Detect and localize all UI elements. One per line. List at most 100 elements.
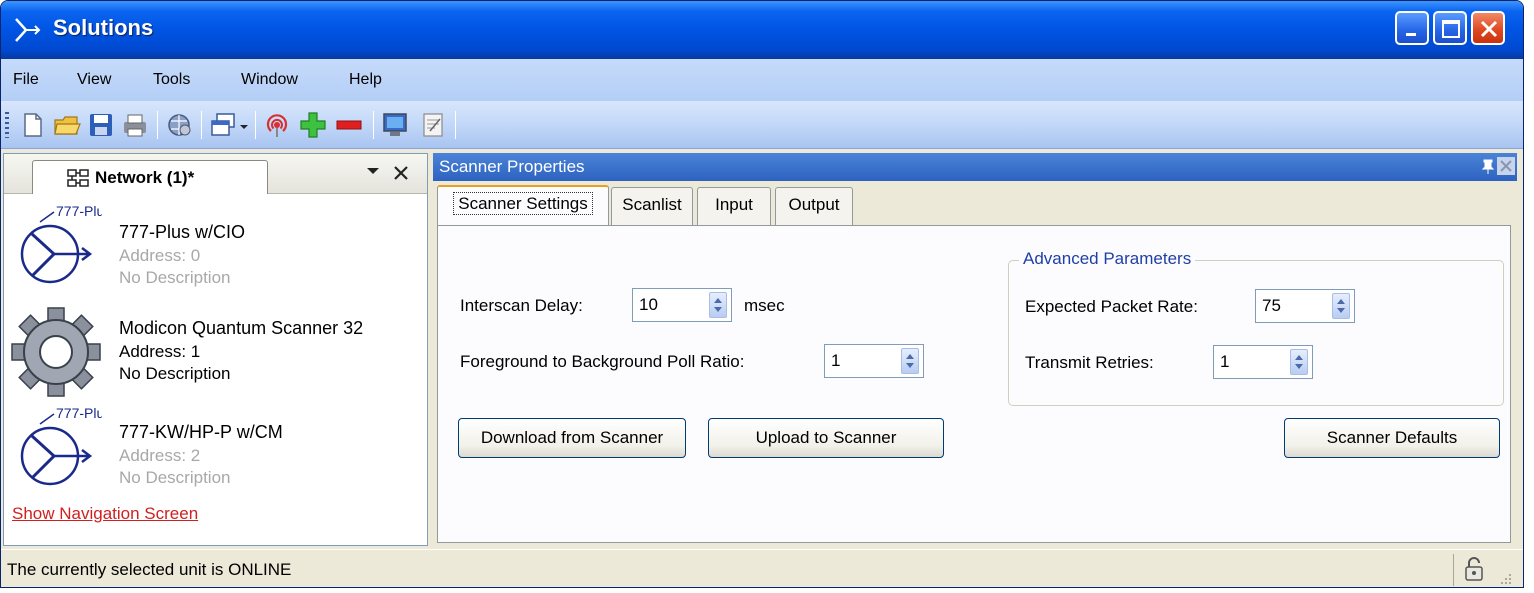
spinner-arrows-icon[interactable] bbox=[709, 292, 727, 318]
upload-to-scanner-button[interactable]: Upload to Scanner bbox=[708, 418, 944, 458]
window-layout-icon[interactable] bbox=[209, 111, 237, 139]
scanner-settings-panel: Interscan Delay: 10 msec Foreground to B… bbox=[437, 225, 1511, 543]
toolbar bbox=[1, 101, 1523, 149]
menu-help[interactable]: Help bbox=[349, 71, 382, 89]
packet-rate-label: Expected Packet Rate: bbox=[1025, 297, 1198, 316]
open-folder-icon[interactable] bbox=[53, 111, 81, 139]
scanner-properties-header: Scanner Properties bbox=[433, 153, 1517, 181]
spinner-arrows-icon[interactable] bbox=[1290, 349, 1308, 375]
tab-label: Scanlist bbox=[622, 195, 682, 214]
close-panel-icon[interactable] bbox=[1497, 157, 1515, 175]
title-bar: Solutions bbox=[1, 1, 1523, 59]
add-icon[interactable] bbox=[299, 111, 327, 139]
panel-title: Scanner Properties bbox=[439, 157, 585, 176]
maximize-button[interactable] bbox=[1433, 11, 1467, 45]
device-badge: 777-Plus bbox=[56, 405, 102, 421]
poll-ratio-value: 1 bbox=[831, 351, 841, 370]
poll-ratio-label: Foreground to Background Poll Ratio: bbox=[460, 352, 745, 371]
device-item[interactable]: Modicon Quantum Scanner 32 Address: 1 No… bbox=[4, 302, 427, 402]
device-description: No Description bbox=[119, 364, 231, 383]
device-item[interactable]: 777-Plus 777-Plus w/CIO Address: 0 No De… bbox=[4, 202, 427, 302]
close-panel-icon[interactable] bbox=[392, 164, 410, 182]
tab-label: Input bbox=[715, 195, 753, 214]
status-divider bbox=[1453, 554, 1454, 586]
menu-tools[interactable]: Tools bbox=[153, 71, 190, 89]
network-globe-icon[interactable] bbox=[165, 111, 193, 139]
device-description: No Description bbox=[119, 468, 231, 487]
toolbar-separator bbox=[455, 111, 456, 139]
spinner-arrows-icon[interactable] bbox=[1332, 293, 1350, 319]
scanner-defaults-button[interactable]: Scanner Defaults bbox=[1284, 418, 1500, 458]
menu-view[interactable]: View bbox=[77, 71, 111, 89]
packet-rate-value: 75 bbox=[1262, 296, 1281, 315]
network-panel: Network (1)* 777-Plus 777-Plus w/CIO Add… bbox=[3, 153, 428, 546]
tab-label: Output bbox=[788, 195, 840, 214]
tab-input[interactable]: Input bbox=[697, 187, 771, 225]
menu-window[interactable]: Window bbox=[241, 71, 298, 89]
maximize-icon bbox=[1442, 20, 1460, 38]
device-address: Address: 1 bbox=[119, 342, 201, 361]
resize-grip-icon[interactable] bbox=[1497, 570, 1513, 586]
status-text: The currently selected unit is ONLINE bbox=[7, 560, 292, 579]
close-window-button[interactable] bbox=[1471, 11, 1505, 45]
tab-scanlist[interactable]: Scanlist bbox=[611, 187, 693, 225]
device-item[interactable]: 777-Plus 777-KW/HP-P w/CM Address: 2 No … bbox=[4, 404, 427, 504]
toolbar-separator bbox=[157, 111, 158, 139]
interscan-delay-unit: msec bbox=[744, 296, 785, 315]
toolbar-separator bbox=[201, 111, 202, 139]
interscan-delay-value: 10 bbox=[639, 295, 658, 314]
app-logo-icon bbox=[15, 18, 41, 42]
pin-icon[interactable] bbox=[1481, 159, 1495, 175]
spinner-arrows-icon[interactable] bbox=[901, 348, 919, 374]
monitor-icon[interactable] bbox=[381, 111, 409, 139]
device-description: No Description bbox=[119, 268, 231, 287]
close-icon bbox=[1480, 20, 1498, 38]
tab-scanner-settings[interactable]: Scanner Settings bbox=[437, 185, 609, 225]
device-address: Address: 0 bbox=[119, 246, 201, 265]
minimize-icon bbox=[1406, 33, 1416, 36]
network-panel-header: Network (1)* bbox=[4, 154, 427, 194]
minimize-button[interactable] bbox=[1395, 11, 1429, 45]
properties-icon[interactable] bbox=[419, 111, 447, 139]
menu-bar: File View Tools Window Help bbox=[1, 59, 1523, 101]
remove-icon[interactable] bbox=[335, 111, 363, 139]
device-name: Modicon Quantum Scanner 32 bbox=[119, 318, 364, 338]
menu-file[interactable]: File bbox=[13, 71, 39, 89]
interscan-delay-label: Interscan Delay: bbox=[460, 296, 583, 315]
advanced-parameters-group: Advanced Parameters Expected Packet Rate… bbox=[1008, 249, 1504, 406]
device-name: 777-Plus w/CIO bbox=[119, 222, 246, 242]
new-file-icon[interactable] bbox=[19, 111, 47, 139]
toolbar-separator bbox=[373, 111, 374, 139]
go-online-icon[interactable] bbox=[263, 111, 291, 139]
toolbar-separator bbox=[255, 111, 256, 139]
print-icon[interactable] bbox=[121, 111, 149, 139]
tab-label: Scanner Settings bbox=[453, 192, 593, 215]
status-bar: The currently selected unit is ONLINE bbox=[1, 549, 1523, 587]
777-plus-device-icon: 777-Plus bbox=[20, 203, 102, 284]
transmit-retries-value: 1 bbox=[1220, 352, 1230, 371]
save-icon[interactable] bbox=[87, 111, 115, 139]
network-list-icon bbox=[67, 169, 89, 187]
777-plus-device-icon: 777-Plus bbox=[20, 405, 102, 486]
show-navigation-screen-link[interactable]: Show Navigation Screen bbox=[12, 504, 198, 524]
dropdown-arrow-icon[interactable] bbox=[366, 166, 380, 176]
chevron-down-icon[interactable] bbox=[239, 123, 249, 131]
packet-rate-spinner[interactable]: 75 bbox=[1255, 289, 1355, 323]
advanced-parameters-legend: Advanced Parameters bbox=[1019, 249, 1196, 269]
device-badge: 777-Plus bbox=[56, 203, 102, 219]
device-address: Address: 2 bbox=[119, 446, 201, 465]
gear-icon bbox=[11, 307, 101, 397]
solutions-window: Solutions File View Tools Window Help Ne… bbox=[0, 0, 1524, 588]
poll-ratio-spinner[interactable]: 1 bbox=[824, 344, 924, 378]
transmit-retries-label: Transmit Retries: bbox=[1025, 353, 1154, 372]
tab-output[interactable]: Output bbox=[775, 187, 853, 225]
interscan-delay-spinner[interactable]: 10 bbox=[632, 288, 732, 322]
transmit-retries-spinner[interactable]: 1 bbox=[1213, 345, 1313, 379]
window-title: Solutions bbox=[53, 15, 154, 40]
toolbar-grip[interactable] bbox=[5, 112, 9, 138]
tab-network[interactable]: Network (1)* bbox=[32, 160, 268, 194]
scanner-properties-panel: Scanner Properties Scanner Settings Scan… bbox=[433, 153, 1517, 546]
network-tab-label: Network (1)* bbox=[95, 168, 195, 187]
download-from-scanner-button[interactable]: Download from Scanner bbox=[458, 418, 686, 458]
lock-icon[interactable] bbox=[1463, 556, 1485, 582]
